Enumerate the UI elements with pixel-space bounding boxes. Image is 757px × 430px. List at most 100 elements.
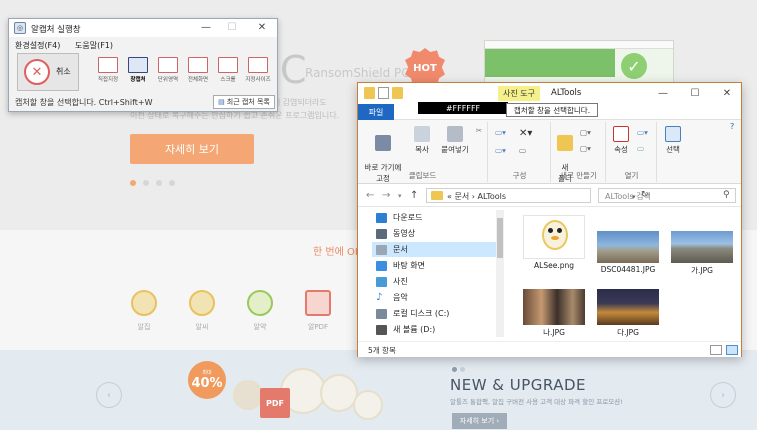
- select-button[interactable]: 선택: [660, 126, 686, 155]
- drive-icon: [376, 308, 387, 319]
- recent-locations-icon[interactable]: ▾: [398, 192, 402, 200]
- paste-label: 붙여넣기: [441, 145, 469, 154]
- tool-full-screen[interactable]: 전체화면: [185, 57, 211, 91]
- copy-button[interactable]: 복사: [408, 126, 436, 155]
- close-icon[interactable]: ✕: [718, 88, 736, 99]
- tool-direct-select[interactable]: 직접지정: [95, 57, 121, 91]
- file-item[interactable]: 나.JPG: [520, 289, 588, 338]
- alpdf-icon[interactable]: [305, 290, 331, 316]
- properties-qat-icon[interactable]: [378, 87, 389, 99]
- new-folder-qat-icon[interactable]: [392, 87, 403, 99]
- group-label: 열기: [624, 171, 639, 180]
- copy-to-icon[interactable]: ▭▾: [495, 146, 506, 155]
- menu-settings[interactable]: 환경설정(F4): [15, 40, 60, 51]
- new-item-icon[interactable]: ▢▾: [580, 128, 591, 137]
- easy-access-icon[interactable]: ▢▾: [580, 144, 591, 153]
- image-thumbnail: [597, 231, 659, 263]
- paste-button[interactable]: 붙여넣기: [438, 126, 472, 155]
- file-item[interactable]: 가.JPG: [668, 231, 736, 276]
- tool-unit-area[interactable]: 단위영역: [155, 57, 181, 91]
- open-icon[interactable]: ▭▾: [637, 128, 648, 137]
- rename-icon[interactable]: ▭: [519, 146, 526, 155]
- alyac-icon[interactable]: [247, 290, 273, 316]
- file-item[interactable]: DSC04481.JPG: [594, 231, 662, 274]
- nav-item-videos[interactable]: 동영상: [376, 226, 508, 241]
- document-icon: [376, 244, 387, 255]
- maximize-icon[interactable]: ☐: [686, 88, 704, 99]
- delete-icon[interactable]: ✕▾: [519, 128, 532, 139]
- promo-page-dot[interactable]: [452, 367, 457, 372]
- tab-file[interactable]: 파일: [358, 104, 394, 120]
- back-icon[interactable]: ←: [366, 190, 374, 201]
- breadcrumb-separator[interactable]: ›: [472, 192, 475, 201]
- explorer-title: ALTools: [551, 88, 582, 98]
- minimize-icon[interactable]: —: [654, 88, 672, 99]
- carousel-dot[interactable]: [143, 180, 149, 186]
- chevron-right-icon[interactable]: ›: [710, 382, 736, 408]
- nav-item-desktop[interactable]: 바탕 화면: [376, 258, 508, 273]
- move-to-icon[interactable]: ▭▾: [495, 128, 506, 137]
- nav-scrollbar[interactable]: [496, 210, 504, 337]
- tool-scroll[interactable]: 스크롤: [215, 57, 241, 91]
- file-item[interactable]: 다.JPG: [594, 289, 662, 338]
- edit-icon[interactable]: ▭: [637, 144, 644, 153]
- alzip-icon[interactable]: [131, 290, 157, 316]
- maximize-icon[interactable]: ☐: [223, 22, 241, 33]
- capture-menubar: 환경설정(F4) 도움말(F1): [9, 38, 277, 52]
- minimize-icon[interactable]: —: [197, 22, 215, 33]
- breadcrumb-altools[interactable]: ALTools: [477, 192, 506, 201]
- large-icons-view-icon[interactable]: [726, 345, 738, 355]
- nav-item-label: 바탕 화면: [393, 261, 425, 270]
- promo-page-dot[interactable]: [460, 367, 465, 372]
- breadcrumb-documents[interactable]: 문서: [454, 192, 469, 201]
- select-label: 선택: [666, 145, 680, 154]
- capture-titlebar: ◎ 알캡처 실행창 — ☐ ✕: [9, 19, 277, 37]
- carousel-dot[interactable]: [130, 180, 136, 186]
- properties-button[interactable]: 속성: [609, 126, 633, 155]
- nav-item-pictures[interactable]: 사진: [376, 274, 508, 289]
- brand-letter: C: [280, 48, 307, 92]
- chevron-left-icon[interactable]: ‹: [96, 382, 122, 408]
- address-overflow[interactable]: «: [447, 192, 452, 201]
- promo-subtitle: 알툴즈 통합팩, 알집 구버전 사용 고객 대상 파격 할인 프로모션!: [450, 398, 623, 406]
- nav-item-label: 사진: [393, 277, 408, 286]
- nav-item-local-disk-c[interactable]: 로컬 디스크 (C:): [376, 306, 508, 321]
- address-bar[interactable]: « 문서 › ALTools ▾ ↻: [426, 188, 649, 203]
- details-view-icon[interactable]: [710, 345, 722, 355]
- scrollbar-thumb[interactable]: [497, 218, 503, 258]
- capture-status-text: 캡처할 창을 선택합니다. Ctrl+Shift+W: [15, 98, 153, 107]
- nav-item-documents[interactable]: 문서: [372, 242, 504, 257]
- help-icon[interactable]: ?: [730, 122, 734, 131]
- tool-window-capture[interactable]: 창캡처: [125, 57, 151, 91]
- image-thumbnail: [671, 231, 733, 263]
- forward-icon[interactable]: →: [382, 190, 390, 201]
- app-label: 알씨: [195, 323, 209, 331]
- nav-item-music[interactable]: ♪ 음악: [376, 290, 508, 305]
- detail-button[interactable]: 자세히 보기: [130, 134, 254, 164]
- close-icon[interactable]: ✕: [253, 22, 271, 33]
- tooltip: 캡처할 창을 선택합니다.: [506, 103, 598, 117]
- alsee-icon[interactable]: [189, 290, 215, 316]
- file-name: DSC04481.JPG: [600, 265, 656, 274]
- promo-detail-button[interactable]: 자세히 보기 ›: [452, 413, 507, 429]
- search-input[interactable]: ALTools 검색 ⚲: [598, 188, 736, 203]
- list-icon: ▤: [218, 98, 225, 106]
- cancel-button[interactable]: ✕ 취소: [17, 53, 79, 91]
- menu-help[interactable]: 도움말(F1): [75, 40, 113, 51]
- new-folder-icon: [557, 135, 573, 151]
- recent-captures-button[interactable]: ▤ 최근 캡처 목록: [213, 95, 275, 109]
- cut-icon[interactable]: ✂: [474, 126, 484, 135]
- carousel-dot[interactable]: [156, 180, 162, 186]
- carousel-dot[interactable]: [169, 180, 175, 186]
- file-item[interactable]: ALSee.png: [520, 215, 588, 270]
- tool-fixed-size[interactable]: 지정사이즈: [245, 57, 271, 91]
- screenshot-banner: [485, 49, 615, 77]
- discount-badge-value: 40%: [191, 376, 223, 391]
- nav-item-downloads[interactable]: 다운로드: [376, 210, 508, 225]
- nav-item-label: 로컬 디스크 (C:): [393, 309, 450, 318]
- nav-item-volume-d[interactable]: 새 볼륨 (D:): [376, 322, 508, 337]
- picture-tools-tab[interactable]: 사진 도구: [498, 86, 540, 101]
- up-icon[interactable]: ↑: [410, 190, 418, 201]
- group-label: 구성: [512, 171, 527, 180]
- tool-label: 지정사이즈: [245, 77, 271, 83]
